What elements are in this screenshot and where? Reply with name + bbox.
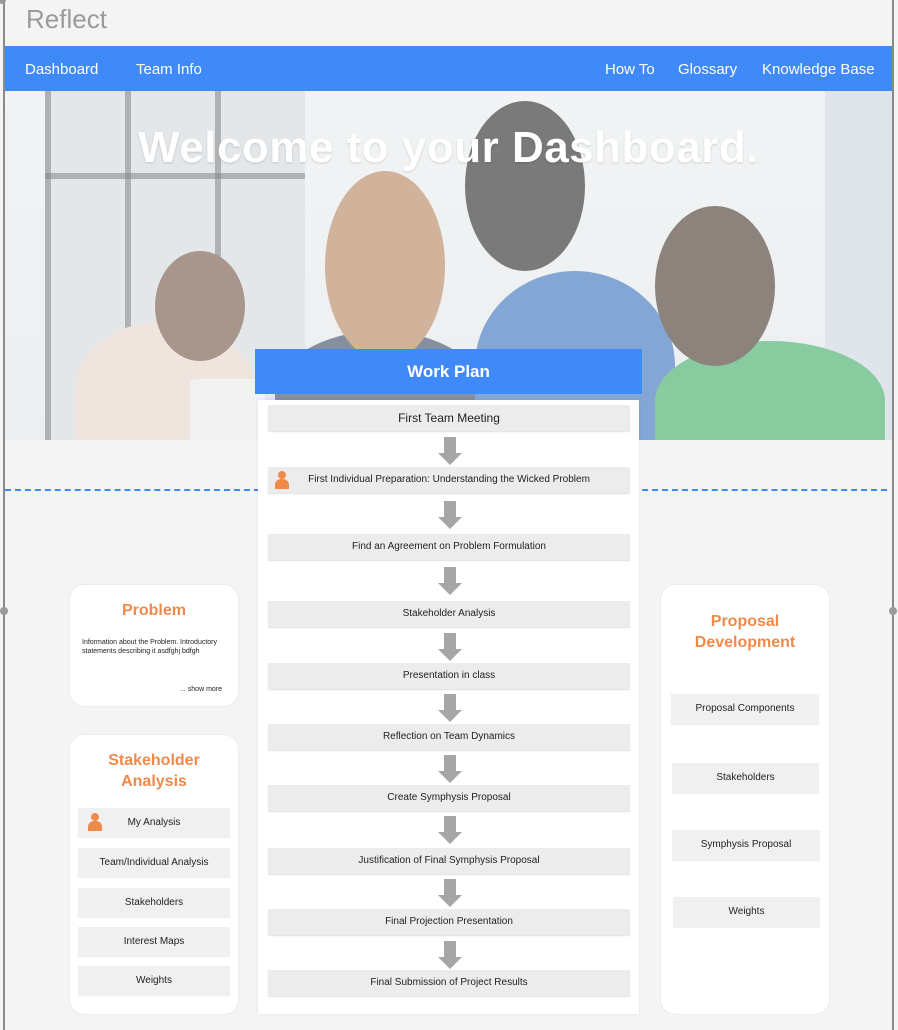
proposal-components-button[interactable]: Proposal Components [671, 694, 819, 724]
work-plan-step[interactable]: First Individual Preparation: Understand… [268, 467, 630, 493]
stakeholder-analysis-title-line1: Stakeholder [108, 752, 200, 769]
proposal-development-title-line2: Development [694, 634, 796, 651]
person-icon [275, 471, 289, 489]
work-plan-step[interactable]: Final Projection Presentation [268, 909, 630, 935]
nav-team-info[interactable]: Team Info [136, 61, 202, 78]
problem-description: Information about the Problem. Introduct… [82, 639, 218, 655]
problem-card: Problem Information about the Problem. I… [70, 585, 238, 706]
frame-handle-right [889, 607, 897, 615]
symphysis-proposal-button[interactable]: Symphysis Proposal [672, 830, 820, 860]
proposal-weights-button[interactable]: Weights [673, 897, 820, 927]
problem-title: Problem [121, 602, 186, 619]
nav-dashboard[interactable]: Dashboard [25, 61, 98, 78]
arrow-down-icon [438, 816, 462, 844]
app-title: Reflect [26, 4, 107, 34]
stakeholder-analysis-title: Stakeholder Analysis [70, 750, 238, 792]
arrow-down-icon [438, 755, 462, 783]
work-plan-step[interactable]: Stakeholder Analysis [268, 601, 630, 627]
my-analysis-label: My Analysis [127, 817, 181, 828]
nav-how-to[interactable]: How To [605, 61, 655, 78]
nav-glossary[interactable]: Glossary [678, 61, 737, 78]
proposal-development-card: Proposal Development [661, 585, 829, 1014]
interest-maps-button[interactable]: Interest Maps [78, 927, 230, 956]
hero-title: Welcome to your Dashboard. [138, 123, 759, 172]
work-plan-step[interactable]: Justification of Final Symphysis Proposa… [268, 848, 630, 874]
window-frame-right [892, 0, 894, 1030]
work-plan-step[interactable]: Reflection on Team Dynamics [268, 724, 630, 750]
work-plan-step[interactable]: Find an Agreement on Problem Formulation [268, 534, 630, 560]
work-plan-step[interactable]: Create Symphysis Proposal [268, 785, 630, 811]
arrow-down-icon [438, 633, 462, 661]
proposal-stakeholders-button[interactable]: Stakeholders [672, 763, 819, 793]
work-plan-step[interactable]: First Team Meeting [268, 405, 630, 431]
arrow-down-icon [438, 567, 462, 595]
arrow-down-icon [438, 694, 462, 722]
frame-handle-left [0, 607, 8, 615]
stakeholder-analysis-title-line2: Analysis [121, 773, 187, 790]
team-individual-analysis-button[interactable]: Team/Individual Analysis [78, 848, 230, 877]
weights-button[interactable]: Weights [78, 966, 230, 995]
arrow-down-icon [438, 501, 462, 529]
work-plan-header: Work Plan [255, 349, 642, 394]
arrow-down-icon [438, 437, 462, 465]
proposal-development-title-line1: Proposal [710, 613, 780, 630]
proposal-development-title: Proposal Development [661, 611, 829, 653]
arrow-down-icon [438, 941, 462, 969]
arrow-down-icon [438, 879, 462, 907]
show-more-link[interactable]: ... show more [180, 686, 222, 693]
nav-knowledge-base[interactable]: Knowledge Base [762, 61, 875, 78]
work-plan-step[interactable]: Final Submission of Project Results [268, 970, 630, 996]
top-navbar: Dashboard Team Info How To Glossary Know… [5, 46, 892, 91]
person-icon [88, 813, 102, 831]
stakeholders-button[interactable]: Stakeholders [78, 888, 230, 917]
frame-handle-top-left [0, 0, 6, 4]
work-plan-step[interactable]: Presentation in class [268, 663, 630, 689]
